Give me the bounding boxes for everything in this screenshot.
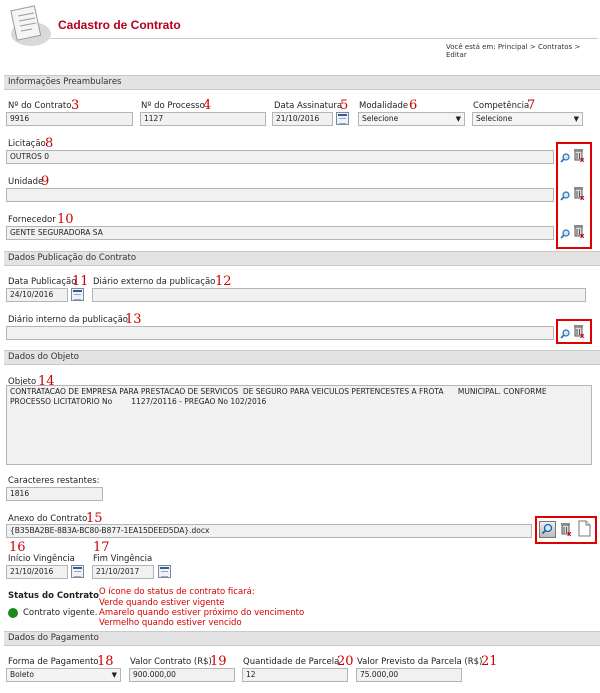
svg-text:x: x [580,332,585,338]
quantidade-parcela-input[interactable]: 12 [242,668,348,682]
numero-processo-input[interactable]: 1127 [140,112,266,126]
status-value: Contrato vigente. [23,608,98,618]
trash-icon[interactable]: x [573,148,585,162]
status-note-4: Vermelho quando estiver vencido [99,618,242,628]
numero-contrato-input[interactable]: 9916 [6,112,133,126]
marker-17: 17 [93,540,110,555]
valor-contrato-input[interactable]: 900.000,00 [129,668,235,682]
marker-11: 11 [72,274,89,289]
marker-4: 4 [203,98,212,113]
trash-icon[interactable]: x [573,324,585,338]
marker-20: 20 [337,654,354,669]
numero-contrato-label: Nº do Contrato [8,101,72,111]
breadcrumb[interactable]: Você está em: Principal > Contratos > Ed… [446,43,600,59]
marker-6: 6 [409,98,418,113]
data-assinatura-label: Data Assinatura [274,101,343,111]
diario-externo-input[interactable] [92,288,586,302]
marker-9: 9 [41,174,50,189]
fornecedor-label: Fornecedor [8,215,56,225]
data-publicacao-label: Data Publicação [8,277,77,287]
svg-text:x: x [567,530,572,536]
status-title: Status do Contrato [8,591,99,601]
competencia-selected: Selecione [476,114,513,123]
section-pagamento: Dados do Pagamento [4,631,600,646]
diario-externo-label: Diário externo da publicação [93,277,216,287]
fim-vigencia-label: Fim Vingência [93,554,153,564]
competencia-select[interactable]: Selecione ▼ [472,112,583,126]
status-note-3: Amarelo quando estiver próximo do vencim… [99,608,305,618]
diario-interno-label: Diário interno da publicação [8,315,128,325]
quantidade-parcela-label: Quantidade de Parcela [243,657,340,667]
forma-pagamento-selected: Boleto [10,670,34,679]
inicio-vigencia-input[interactable]: 21/10/2016 [6,565,68,579]
chevron-down-icon: ▼ [111,671,117,679]
search-icon[interactable] [560,153,570,163]
marker-19: 19 [210,654,227,669]
fornecedor-input[interactable]: GENTE SEGURADORA SA [6,226,554,240]
diario-interno-input[interactable] [6,326,554,340]
calendar-icon[interactable] [71,565,84,578]
trash-icon[interactable]: x [573,224,585,238]
caracteres-label: Caracteres restantes: [8,476,100,486]
status-note-2: Verde quando estiver vigente [99,598,225,608]
modalidade-select[interactable]: Selecione ▼ [358,112,465,126]
calendar-icon[interactable] [158,565,171,578]
data-publicacao-input[interactable]: 24/10/2016 [6,288,68,302]
valor-parcela-input[interactable]: 75.000,00 [356,668,462,682]
page-title: Cadastro de Contrato [58,18,181,32]
anexo-input[interactable]: {B35BA2BE-8B3A-BC80-B877-1EA15DEED5DA}.d… [6,524,532,538]
calendar-icon[interactable] [71,288,84,301]
numero-processo-label: Nº do Processo [141,101,205,111]
status-dot [8,608,18,618]
anexo-label: Anexo do Contrato [8,514,88,524]
svg-text:x: x [580,232,585,238]
marker-10: 10 [57,212,74,227]
forma-pagamento-select[interactable]: Boleto ▼ [6,668,121,682]
marker-16: 16 [9,540,26,555]
marker-3: 3 [71,98,80,113]
fim-vigencia-input[interactable]: 21/10/2017 [92,565,154,579]
chevron-down-icon: ▼ [455,115,461,123]
calendar-icon[interactable] [336,112,349,125]
chevron-down-icon: ▼ [573,115,579,123]
section-preambulares: Informações Preambulares [4,75,600,90]
document-icon[interactable] [578,520,591,537]
unidade-input[interactable] [6,188,554,202]
inicio-vigencia-label: Início Vingência [8,554,75,564]
marker-18: 18 [97,654,114,669]
licitacao-input[interactable]: OUTROS 0 [6,150,554,164]
valor-contrato-label: Valor Contrato (R$) [130,657,212,667]
marker-12: 12 [215,274,232,289]
search-icon[interactable] [560,329,570,339]
header-divider [50,38,598,39]
marker-5: 5 [340,98,349,113]
unidade-label: Unidade [8,177,44,187]
search-icon[interactable] [560,229,570,239]
valor-parcela-label: Valor Previsto da Parcela (R$) [357,657,483,667]
search-icon[interactable] [560,191,570,201]
caracteres-counter: 1816 [6,487,103,501]
marker-21: 21 [481,654,498,669]
data-assinatura-input[interactable]: 21/10/2016 [272,112,333,126]
licitacao-label: Licitação [8,139,46,149]
trash-icon[interactable]: x [560,522,572,536]
marker-7: 7 [527,98,536,113]
modalidade-selected: Selecione [362,114,399,123]
app-logo [6,4,52,48]
section-publicacao: Dados Publicação do Contrato [4,251,600,266]
marker-8: 8 [45,136,54,151]
section-objeto: Dados do Objeto [4,350,600,365]
status-note-1: O ícone do status de contrato ficará: [99,587,255,597]
competencia-label: Competência [473,101,530,111]
marker-13: 13 [125,312,142,327]
forma-pagamento-label: Forma de Pagamento [8,657,99,667]
modalidade-label: Modalidade [359,101,409,111]
svg-text:x: x [580,156,585,162]
magnifier-button-icon[interactable] [539,521,556,538]
svg-text:x: x [580,194,585,200]
trash-icon[interactable]: x [573,186,585,200]
objeto-textarea[interactable]: CONTRATACAO DE EMPRESA PARA PRESTACAO DE… [6,385,592,465]
